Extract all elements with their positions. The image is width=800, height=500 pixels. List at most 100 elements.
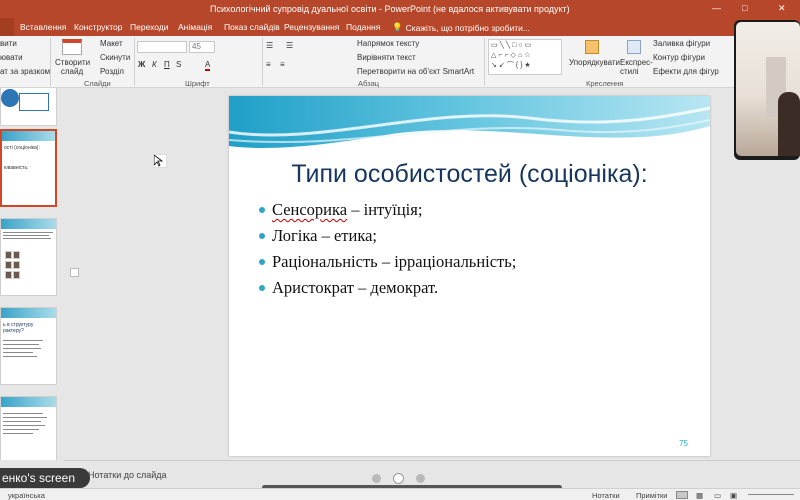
bullet-list[interactable]: Сенсорика – інтуїція; Логіка – етика; Ра… xyxy=(259,200,516,304)
quick-styles-icon[interactable] xyxy=(627,40,641,54)
slide-thumbnail[interactable] xyxy=(0,88,57,126)
thumbnail-text-line xyxy=(3,232,53,233)
new-slide-icon[interactable] xyxy=(62,39,82,55)
language-indicator[interactable]: українська xyxy=(8,491,45,500)
tab-design[interactable]: Конструктор xyxy=(74,22,122,32)
tab-slideshow[interactable]: Показ слайдів xyxy=(224,22,280,32)
screen-share-label: енко's screen xyxy=(0,468,90,488)
tab-transitions[interactable]: Переходи xyxy=(130,22,169,32)
section-button[interactable]: Розділ xyxy=(100,67,124,76)
shape-outline-button[interactable]: Контур фігури xyxy=(653,53,705,62)
slide-thumbnail-selected[interactable]: ості (соціоніка): ювавність; xyxy=(0,129,57,207)
slide-sorter-icon[interactable]: ▦ xyxy=(696,491,703,500)
bullet-item[interactable]: Раціональність – ірраціональність; xyxy=(259,252,516,278)
slide-canvas[interactable]: Типи особистостей (соціоніка): Сенсорика… xyxy=(229,96,710,456)
bullet-text: Аристократ – демократ. xyxy=(272,278,439,297)
thumbnail-wave xyxy=(1,308,56,318)
notes-pane[interactable]: Нотатки до слайда xyxy=(64,460,800,488)
tab-animations[interactable]: Анімація xyxy=(178,22,212,32)
webcam-person xyxy=(778,92,800,156)
thumbnail-text-line xyxy=(3,433,33,434)
pagination-dot-active[interactable] xyxy=(393,472,404,484)
minimize-button[interactable]: — xyxy=(712,3,721,13)
thumbnail-text-line xyxy=(3,344,39,345)
tab-insert[interactable]: Вставлення xyxy=(20,22,66,32)
bold-button[interactable]: Ж xyxy=(138,60,145,69)
thumbnail-photo xyxy=(13,271,20,279)
align-icon[interactable]: ≡ xyxy=(266,60,271,69)
zoom-slider[interactable] xyxy=(748,494,794,495)
thumbnail-photo xyxy=(5,271,12,279)
thumbnail-text-line xyxy=(3,421,41,422)
maximize-button[interactable]: □ xyxy=(742,3,747,13)
numbering-icon[interactable]: ☰ xyxy=(286,41,293,50)
text-direction-button[interactable]: Напрямок тексту xyxy=(357,39,419,48)
bullet-item[interactable]: Логіка – етика; xyxy=(259,226,516,252)
tab-review[interactable]: Рецензування xyxy=(284,22,339,32)
new-slide-button[interactable]: Створити слайд xyxy=(55,58,90,76)
pagination-dot[interactable] xyxy=(416,473,425,483)
bullet-dot xyxy=(259,259,265,265)
thumbnail-circle xyxy=(1,89,19,107)
thumbnail-photo xyxy=(13,261,20,269)
underline-button[interactable]: П xyxy=(164,60,170,69)
thumbnail-box xyxy=(19,93,49,111)
tab-file[interactable] xyxy=(0,18,14,36)
bullet-item[interactable]: Сенсорика – інтуїція; xyxy=(259,200,516,226)
comments-button[interactable]: Примітки xyxy=(636,491,667,500)
ribbon-separator xyxy=(50,38,51,86)
pagination-dot[interactable] xyxy=(372,473,381,483)
slide-thumbnail[interactable] xyxy=(0,218,57,296)
spellcheck-word: Сенсорика xyxy=(272,200,348,219)
shapes-gallery[interactable]: ▭╲╲□○▭ △⌐⌐◇⌂☆ ↘↙⌒{}★ xyxy=(488,39,562,75)
reset-button[interactable]: Скинути xyxy=(100,53,130,62)
cut-button[interactable]: ювати xyxy=(0,53,23,62)
format-painter-button[interactable]: ат за зразком xyxy=(0,67,50,76)
bullet-item[interactable]: Аристократ – демократ. xyxy=(259,278,516,304)
paragraph-group-label: Абзац xyxy=(358,79,380,88)
slide-thumbnail-pane: ості (соціоніка): ювавність; ь в структу… xyxy=(0,88,64,460)
ribbon-separator xyxy=(484,38,485,86)
close-button[interactable]: ✕ xyxy=(778,3,786,14)
thumbnail-text-line xyxy=(3,238,51,239)
center-icon[interactable]: ≡ xyxy=(280,60,285,69)
slideshow-icon[interactable]: ▣ xyxy=(730,491,737,500)
align-text-button[interactable]: Вирівняти текст xyxy=(357,53,416,62)
thumbnail-text-line xyxy=(3,356,37,357)
font-size-box[interactable]: 45 xyxy=(189,41,215,53)
thumbnail-text: ь в структуру рактеру? xyxy=(3,322,34,334)
normal-view-icon[interactable] xyxy=(676,491,688,499)
italic-button[interactable]: К xyxy=(152,60,157,69)
tab-view[interactable]: Подання xyxy=(346,22,380,32)
slide-thumbnail[interactable] xyxy=(0,396,57,460)
scrollbar-knob[interactable] xyxy=(70,268,79,277)
mouse-cursor xyxy=(153,154,167,168)
thumbnail-photo xyxy=(5,251,12,259)
smartart-button[interactable]: Перетворити на об'єкт SmartArt xyxy=(357,67,474,76)
slide-title[interactable]: Типи особистостей (соціоніка): xyxy=(229,160,710,189)
notes-placeholder: Нотатки до слайда xyxy=(88,470,167,480)
thumbnail-text-line xyxy=(3,235,49,236)
arrange-button[interactable]: Упорядкувати xyxy=(569,58,620,67)
font-color-icon[interactable]: A xyxy=(205,60,211,71)
copy-button[interactable]: вити xyxy=(0,39,17,48)
strikethrough-button[interactable]: S xyxy=(176,60,181,69)
bullets-icon[interactable]: ☰ xyxy=(266,41,273,50)
reading-view-icon[interactable]: ▭ xyxy=(714,491,721,500)
arrange-icon[interactable] xyxy=(585,40,599,54)
quick-styles-button[interactable]: Експрес-стилі xyxy=(620,58,653,76)
shape-fill-button[interactable]: Заливка фігури xyxy=(653,39,710,48)
slide-number: 75 xyxy=(679,439,688,448)
tell-me-box[interactable]: 💡 Скажіть, що потрібно зробити... xyxy=(392,22,530,33)
slide-thumbnail[interactable]: ь в структуру рактеру? xyxy=(0,307,57,385)
layout-button[interactable]: Макет xyxy=(100,39,123,48)
shape-effects-button[interactable]: Ефекти для фігур xyxy=(653,67,719,76)
thumbnail-text-line xyxy=(3,425,45,426)
thumbnail-wave xyxy=(1,219,56,229)
bullet-dot xyxy=(259,285,265,291)
font-name-box[interactable] xyxy=(137,41,187,53)
thumbnail-text-line xyxy=(3,348,41,349)
status-bar: українська Нотатки Примітки ▦ ▭ ▣ xyxy=(0,488,800,500)
notes-button[interactable]: Нотатки xyxy=(592,491,620,500)
thumbnail-scrollbar[interactable] xyxy=(70,88,79,460)
